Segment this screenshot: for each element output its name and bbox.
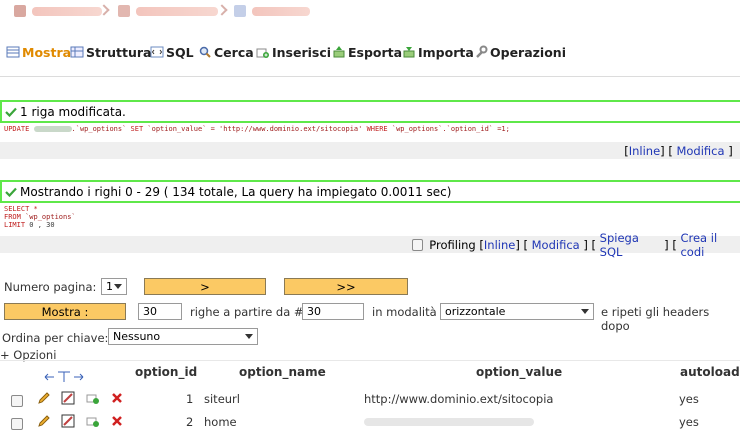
import-icon — [403, 47, 415, 58]
sort-by-key-select[interactable]: Nessuno — [108, 328, 258, 345]
update-query-links: [Inline] [ Modifica ] — [0, 142, 740, 159]
select-sql-line-2: FROM `wp_options` — [4, 213, 76, 221]
tab-import[interactable]: Importa — [402, 44, 474, 60]
cell-option-id: 1 — [186, 392, 194, 406]
inline-edit-icon[interactable] — [61, 391, 75, 405]
wrench-icon — [476, 45, 488, 58]
explain-sql-link[interactable]: Spiega SQL — [600, 231, 661, 259]
database-icon — [118, 5, 130, 17]
row-select-checkbox[interactable] — [11, 395, 23, 407]
start-row-input[interactable]: 30 — [302, 303, 364, 320]
rows-count-input[interactable]: 30 — [138, 303, 182, 320]
breadcrumb-table[interactable] — [234, 5, 310, 17]
inline-edit-icon[interactable] — [61, 414, 75, 428]
cell-option-value-blurred — [364, 418, 534, 426]
next-page-button[interactable]: > — [144, 278, 266, 295]
tab-operations[interactable]: Operazioni — [474, 44, 566, 60]
tab-sql[interactable]: SQL — [150, 44, 194, 60]
tab-browse[interactable]: Mostra — [6, 44, 71, 60]
column-header-option-name[interactable]: option_name — [239, 365, 326, 379]
breadcrumb-database[interactable] — [118, 5, 218, 17]
sql-icon — [150, 46, 164, 58]
breadcrumb — [0, 0, 740, 24]
page-number-select[interactable]: 1 — [101, 278, 127, 295]
rows-from-label: righe a partire da # — [190, 305, 304, 319]
column-resize-arrows-icon — [44, 368, 84, 382]
check-icon — [2, 107, 20, 117]
check-icon — [2, 187, 20, 197]
cell-autoload: yes — [679, 415, 699, 429]
cell-option-id: 2 — [186, 415, 194, 429]
delete-icon[interactable] — [110, 391, 124, 405]
column-header-autoload[interactable]: autoload — [680, 365, 740, 379]
copy-row-icon[interactable] — [86, 391, 100, 405]
chevron-down-icon — [245, 334, 253, 339]
chevron-down-icon — [581, 309, 589, 314]
cell-option-value: http://www.dominio.ext/sitocopia — [364, 392, 554, 406]
select-sql-line-1: SELECT * — [4, 205, 38, 213]
column-header-option-value[interactable]: option_value — [476, 365, 562, 379]
tab-search[interactable]: Cerca — [198, 44, 254, 60]
tab-bar: Mostra Struttura SQL Cerca Inserisci Esp… — [0, 26, 740, 77]
structure-icon — [70, 46, 84, 58]
display-mode-select[interactable]: orizzontale — [440, 303, 594, 320]
row-select-checkbox[interactable] — [11, 418, 23, 430]
select-sql-line-3: LIMIT 0 , 30 — [4, 221, 55, 229]
show-button[interactable]: Mostra : — [4, 303, 126, 320]
repeat-headers-label: e ripeti gli headers dopo — [601, 305, 710, 333]
edit-query-link[interactable]: Modifica — [532, 238, 580, 252]
pencil-icon[interactable] — [37, 414, 51, 428]
page-number-label: Numero pagina: — [4, 280, 97, 294]
chevron-down-icon — [114, 284, 122, 289]
profiling-checkbox[interactable] — [412, 238, 424, 251]
update-sql-query: UPDATE .`wp_options` SET `option_value` … — [4, 125, 510, 133]
column-header-option-id[interactable]: option_id — [135, 365, 197, 379]
select-query-links: Profiling [Inline] [ Modifica ] [ Spiega… — [0, 231, 740, 259]
tab-structure[interactable]: Struttura — [70, 44, 152, 60]
export-icon — [333, 46, 345, 58]
copy-row-icon[interactable] — [86, 414, 100, 428]
table-icon — [234, 5, 246, 17]
edit-query-link[interactable]: Modifica — [676, 144, 724, 158]
search-icon — [199, 46, 211, 58]
table-header-row — [0, 360, 740, 383]
tab-export[interactable]: Esporta — [332, 44, 402, 60]
server-icon — [14, 5, 26, 17]
cell-option-name: home — [204, 415, 237, 429]
insert-icon — [256, 48, 269, 58]
last-page-button[interactable]: >> — [284, 278, 408, 295]
cell-autoload: yes — [679, 392, 699, 406]
browse-icon — [6, 46, 20, 58]
inline-edit-link[interactable]: Inline — [484, 238, 515, 252]
update-success-message: 1 riga modificata. — [0, 100, 740, 123]
mode-label: in modalità — [372, 305, 437, 319]
inline-edit-link[interactable]: Inline — [629, 144, 660, 158]
delete-icon[interactable] — [110, 414, 124, 428]
select-result-message: Mostrando i righi 0 - 29 ( 134 totale, L… — [0, 180, 740, 203]
pencil-icon[interactable] — [37, 391, 51, 405]
tab-insert[interactable]: Inserisci — [256, 44, 331, 60]
cell-option-name: siteurl — [204, 392, 240, 406]
sort-by-key-label: Ordina per chiave: — [2, 331, 109, 345]
breadcrumb-server[interactable] — [14, 5, 102, 17]
create-php-code-link[interactable]: Crea il codi — [680, 231, 740, 259]
blurred-database-name — [33, 126, 72, 132]
